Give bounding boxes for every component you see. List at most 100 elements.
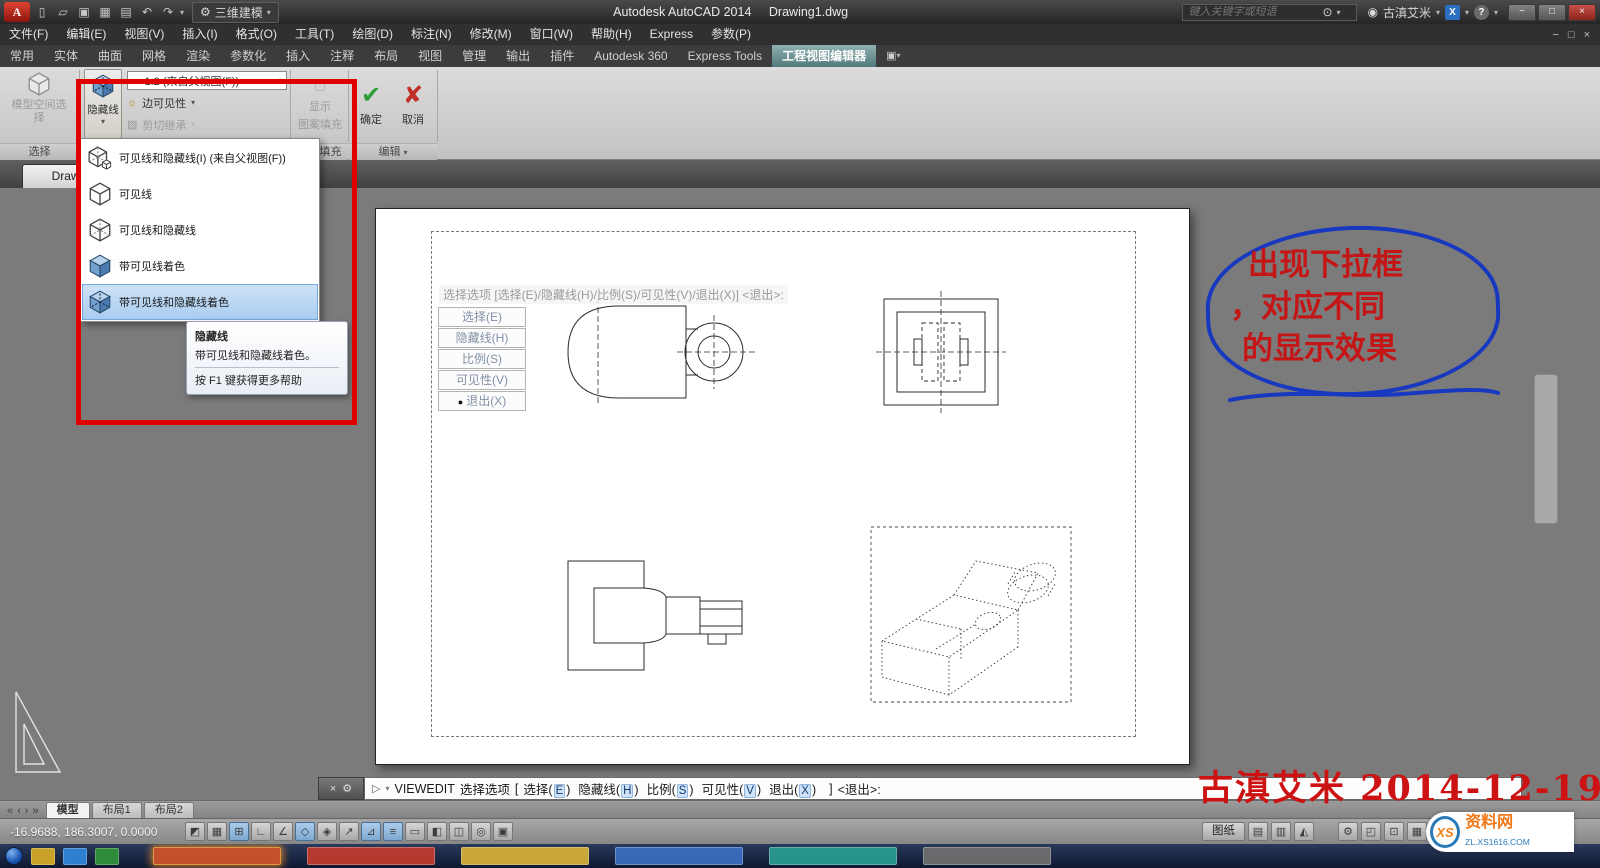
ribbon-tab[interactable]: 视图	[408, 45, 452, 67]
new-file[interactable]: ▯	[32, 5, 52, 19]
menu-item[interactable]: 文件(F)	[0, 24, 57, 45]
canvas-option-visibility[interactable]: 可见性(V)	[438, 370, 526, 390]
layout-nav-arrow-icon[interactable]: ›	[25, 805, 29, 817]
task-gray[interactable]	[923, 847, 1051, 865]
ribbon-tab[interactable]: 渲染	[176, 45, 220, 67]
ribbon-tab[interactable]: 插件	[540, 45, 584, 67]
layout-nav-arrow-icon[interactable]: «	[7, 805, 13, 817]
ribbon-tab[interactable]: 参数化	[220, 45, 276, 67]
infer-constraints[interactable]: ◩	[185, 822, 205, 841]
cancel-button[interactable]: ✘ 取消	[394, 71, 432, 139]
annotation-monitor[interactable]: ▣	[493, 822, 513, 841]
ribbon-tab[interactable]: 网格	[132, 45, 176, 67]
open-file[interactable]: ▱	[53, 5, 73, 19]
task-teal[interactable]	[769, 847, 897, 865]
menu-item[interactable]: 帮助(H)	[582, 24, 641, 45]
menu-item[interactable]: 格式(O)	[227, 24, 286, 45]
exchange-apps-icon[interactable]: X	[1445, 5, 1460, 20]
paper-model-toggle[interactable]: 图纸	[1202, 822, 1245, 841]
edit-panel-label[interactable]: 编辑 ▾	[349, 143, 437, 160]
plot[interactable]: ▤	[116, 5, 136, 19]
chevron-down-icon[interactable]: ▾	[1337, 8, 1341, 17]
ribbon-minimize-icon[interactable]: ▣	[886, 45, 896, 67]
command-history-caret-icon[interactable]: ▾	[385, 784, 389, 793]
grid-display[interactable]: ⊞	[229, 822, 249, 841]
menu-item[interactable]: 修改(M)	[461, 24, 521, 45]
edge-visibility-button[interactable]: ☼ 边可见性 ▾	[127, 94, 283, 111]
isolate-objects[interactable]: ⊡	[1384, 822, 1404, 841]
chevron-down-icon[interactable]: ▾	[1436, 8, 1440, 17]
coordinates-readout[interactable]: -16.9688, 186.3007, 0.0000	[0, 825, 185, 839]
dropdown-item[interactable]: 可见线和隐藏线(I) (来自父视图(F))	[82, 140, 318, 176]
object-snap[interactable]: ◇	[295, 822, 315, 841]
quick-view-drawings[interactable]: ▥	[1271, 822, 1291, 841]
close-button[interactable]: ×	[1568, 4, 1596, 21]
ribbon-tab[interactable]: 布局	[364, 45, 408, 67]
snap-mode[interactable]: ▦	[207, 822, 227, 841]
quick-view-layouts[interactable]: ▤	[1248, 822, 1268, 841]
undo[interactable]: ↶	[137, 5, 157, 19]
ok-button[interactable]: ✔ 确定	[352, 71, 390, 139]
command-close-icon[interactable]: ×	[330, 783, 336, 795]
ribbon-tab[interactable]: 管理	[452, 45, 496, 67]
dropdown-item[interactable]: 可见线和隐藏线	[82, 212, 318, 248]
menu-item[interactable]: 标注(N)	[402, 24, 461, 45]
workspace-switching[interactable]: ⚙	[1338, 822, 1358, 841]
layout-nav-arrow-icon[interactable]: »	[32, 805, 38, 817]
layout-tab[interactable]: 布局1	[92, 802, 142, 818]
menu-item[interactable]: Express	[641, 24, 702, 45]
mdi-close-icon[interactable]: ×	[1584, 29, 1590, 41]
dynamic-input[interactable]: ≡	[383, 822, 403, 841]
ribbon-tab[interactable]: 注释	[320, 45, 364, 67]
workspace-switcher[interactable]: ⚙ 三维建模 ▾	[192, 2, 279, 23]
command-option[interactable]: 比例(S)	[647, 779, 694, 798]
ribbon-tab[interactable]: Autodesk 360	[584, 45, 677, 67]
command-option[interactable]: 可见性(V)	[702, 779, 762, 798]
search-icon[interactable]: ⊙	[1322, 5, 1332, 19]
command-option[interactable]: 退出(X)	[769, 779, 816, 798]
ribbon-tab[interactable]: Express Tools	[678, 45, 772, 67]
dropdown-item[interactable]: 带可见线和隐藏线着色	[82, 284, 318, 320]
polar-tracking[interactable]: ∠	[273, 822, 293, 841]
maximize-button[interactable]: □	[1538, 4, 1566, 21]
explorer[interactable]	[31, 848, 55, 865]
command-line-grip[interactable]: × ⚙	[318, 777, 364, 800]
quick-properties[interactable]: ◫	[449, 822, 469, 841]
redo[interactable]: ↷	[158, 5, 178, 19]
select-panel-label[interactable]: 选择	[0, 143, 79, 160]
ribbon-tab[interactable]: 输出	[496, 45, 540, 67]
autocad-logo-icon[interactable]: A	[4, 2, 30, 22]
save-as[interactable]: ▦	[95, 5, 115, 19]
dropdown-item[interactable]: 带可见线着色	[82, 248, 318, 284]
menu-item[interactable]: 参数(P)	[702, 24, 760, 45]
canvas-option-scale[interactable]: 比例(S)	[438, 349, 526, 369]
help-icon[interactable]: ?	[1474, 5, 1489, 20]
browser[interactable]	[63, 848, 87, 865]
menu-item[interactable]: 视图(V)	[115, 24, 173, 45]
save[interactable]: ▣	[74, 5, 94, 19]
autocad-task[interactable]	[153, 847, 281, 865]
hardware-acceleration[interactable]: ▦	[1407, 822, 1427, 841]
chevron-down-icon[interactable]: ▾	[1465, 8, 1469, 17]
menu-item[interactable]: 绘图(D)	[343, 24, 402, 45]
command-customize-icon[interactable]: ⚙	[342, 782, 352, 795]
task-red[interactable]	[307, 847, 435, 865]
menu-item[interactable]: 编辑(E)	[57, 24, 115, 45]
command-option[interactable]: 隐藏线(H)	[578, 779, 638, 798]
layout-nav-arrow-icon[interactable]: ‹	[17, 805, 21, 817]
transparency[interactable]: ◧	[427, 822, 447, 841]
ribbon-tab[interactable]: 常用	[0, 45, 44, 67]
ortho-mode[interactable]: ∟	[251, 822, 271, 841]
layout-paper[interactable]: 选择选项 [选择(E)/隐藏线(H)/比例(S)/可见性(V)/退出(X)] <…	[375, 208, 1190, 765]
canvas-option-select[interactable]: 选择(E)	[438, 307, 526, 327]
hidden-lines-split-button[interactable]: 隐藏线 ▾	[84, 69, 122, 139]
command-option[interactable]: 选择(E)	[523, 779, 570, 798]
menu-item[interactable]: 窗口(W)	[521, 24, 582, 45]
ribbon-tab[interactable]: 插入	[276, 45, 320, 67]
canvas-option-exit[interactable]: ●退出(X)	[438, 391, 526, 411]
start-button[interactable]	[5, 847, 23, 865]
ribbon-tab[interactable]: 曲面	[88, 45, 132, 67]
dynamic-ucs[interactable]: ⊿	[361, 822, 381, 841]
task-blue[interactable]	[615, 847, 743, 865]
mdi-restore-icon[interactable]: □	[1568, 29, 1575, 41]
